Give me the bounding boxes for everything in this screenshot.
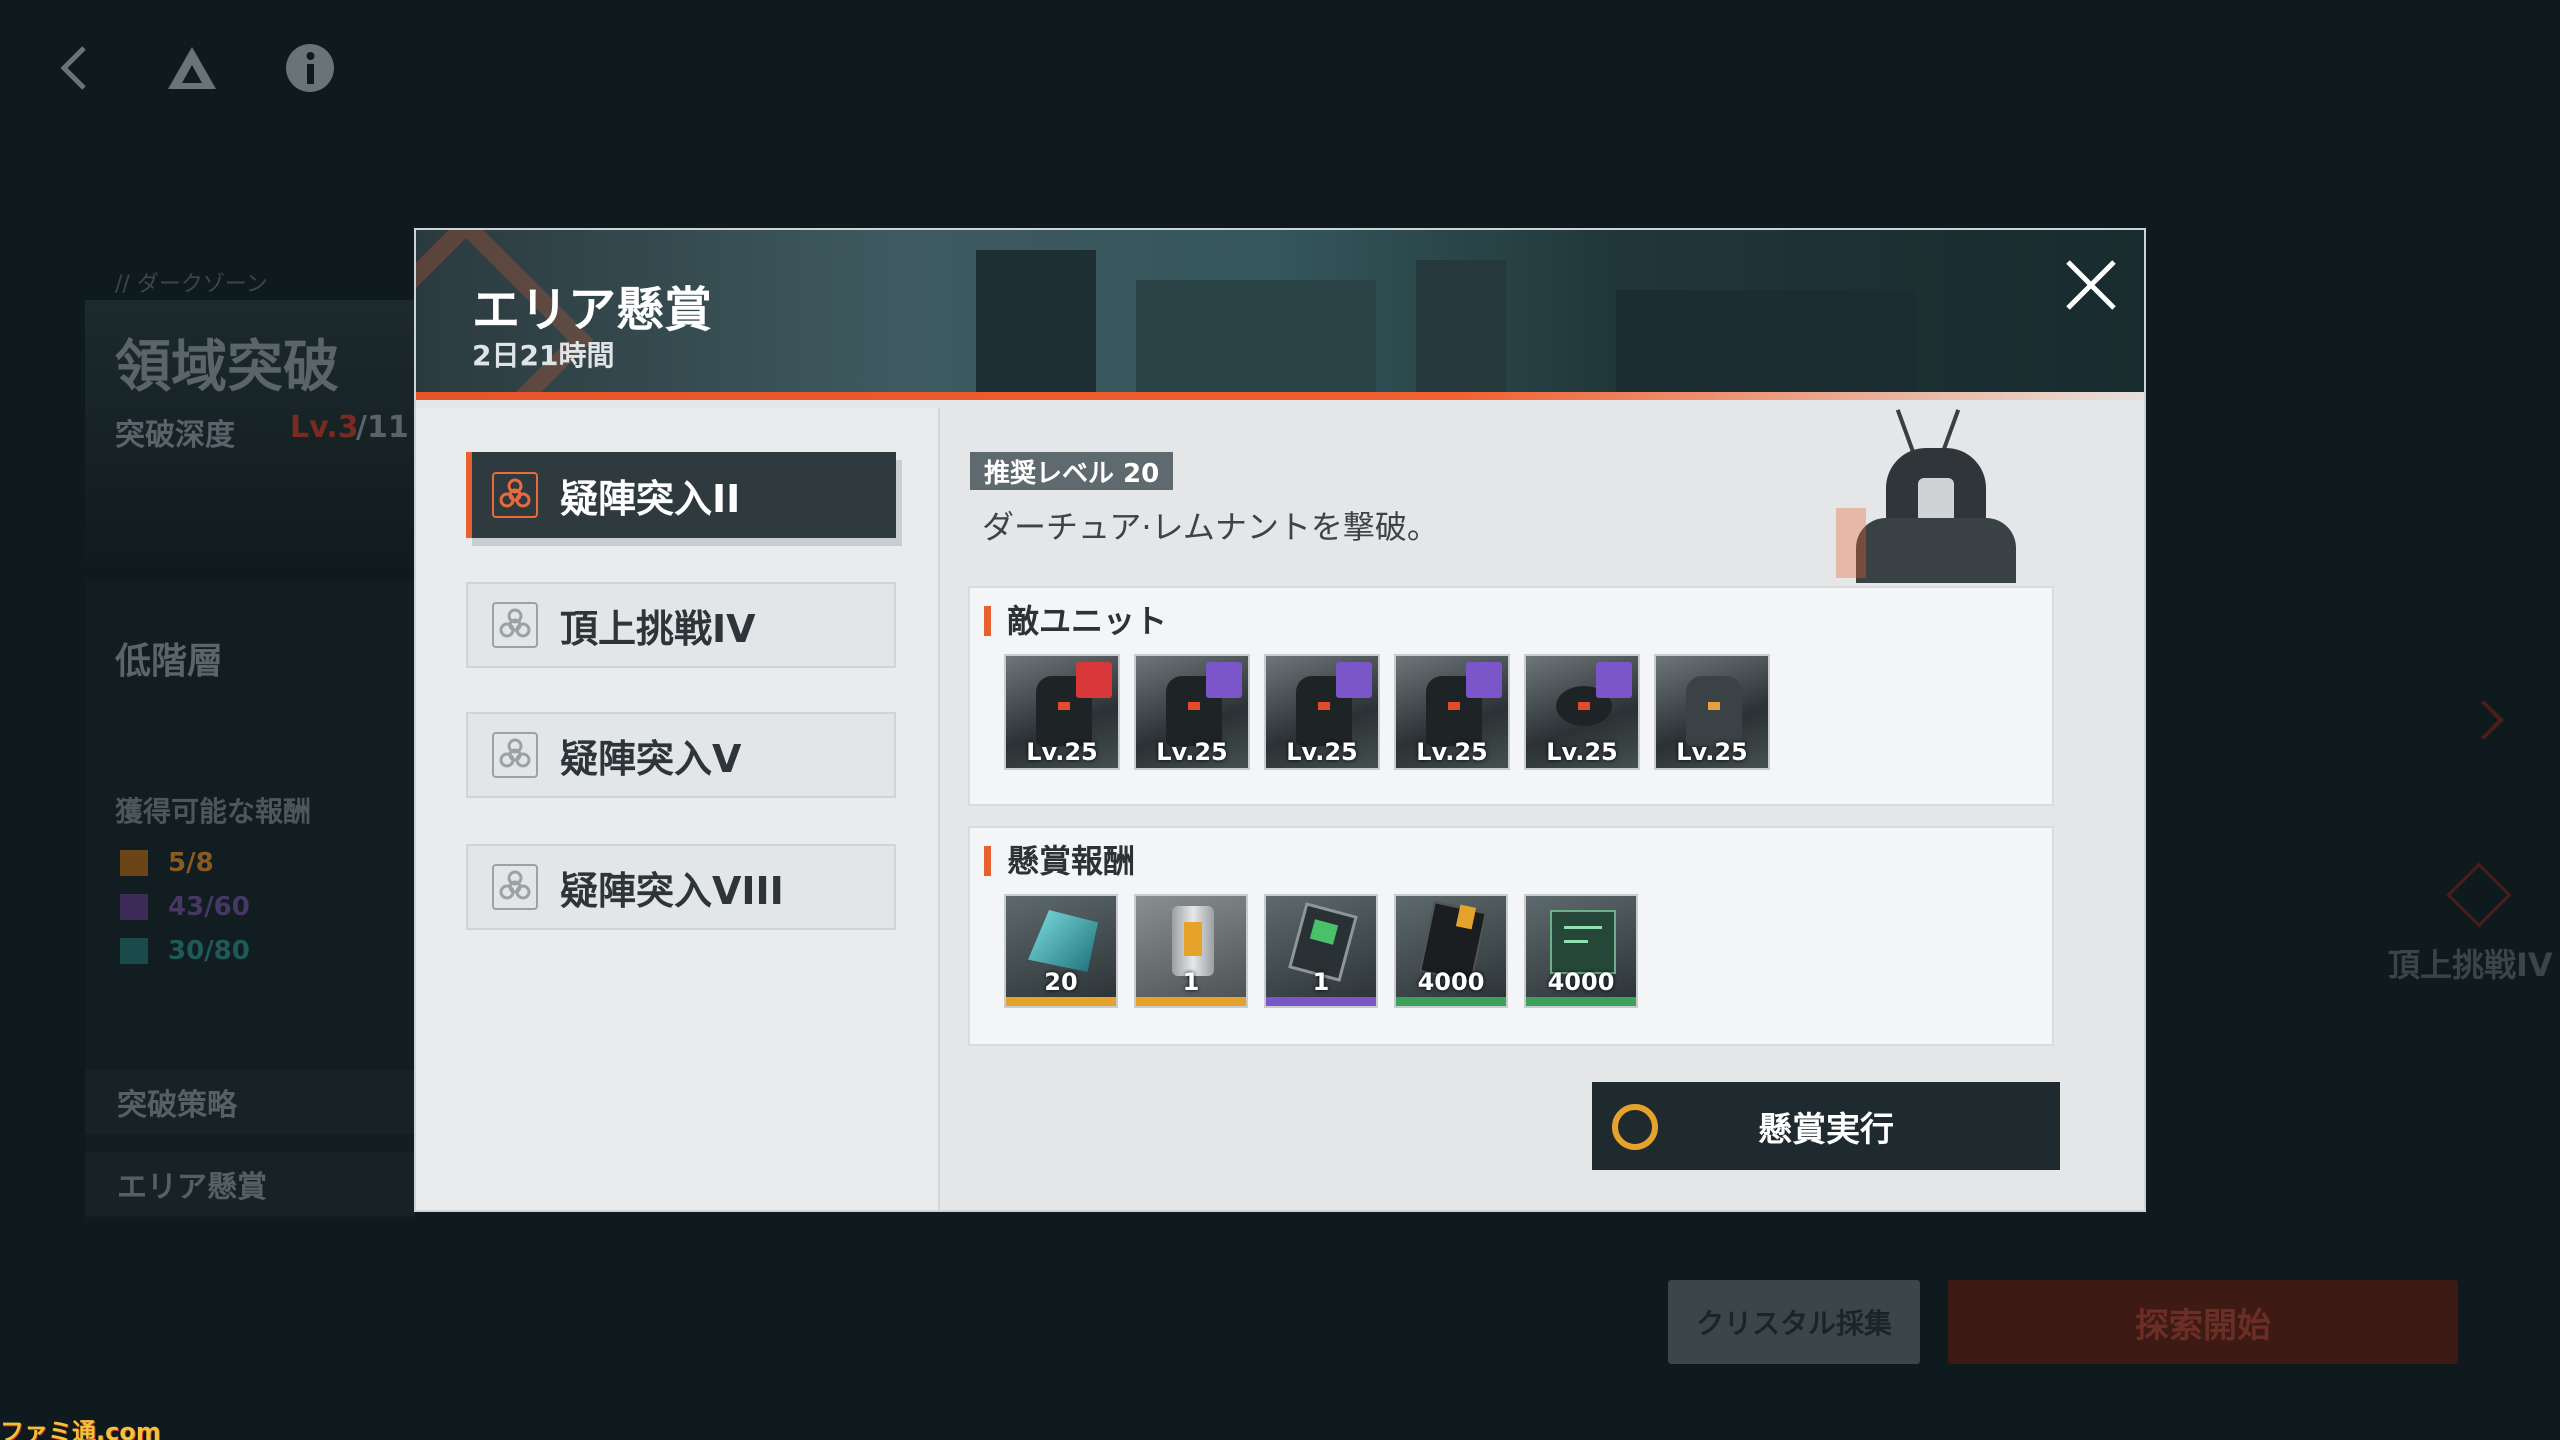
enemy-level: Lv.25 — [1286, 738, 1358, 766]
biohazard-icon — [492, 864, 538, 910]
enemy-level: Lv.25 — [1546, 738, 1618, 766]
enemy-unit-card[interactable]: Lv.25 — [1524, 654, 1640, 770]
enemy-type-badge-icon — [1076, 662, 1112, 698]
execute-bounty-button[interactable]: 懸賞実行 — [1592, 1082, 2060, 1170]
watermark-logo: ファミ通.com — [0, 1418, 161, 1440]
enemy-unit-card[interactable]: Lv.25 — [1264, 654, 1380, 770]
map-node-label: 頂上挑戦IV — [2388, 946, 2553, 984]
enemy-type-badge-icon — [1336, 662, 1372, 698]
zone-title: 領域突破 — [115, 335, 339, 400]
reward-qty: 1 — [1312, 968, 1330, 996]
reward-item-crystal[interactable]: 20 — [1004, 894, 1118, 1008]
enemy-units-panel: 敵ユニット Lv.25 Lv.25 Lv.25 Lv.25 Lv.25 Lv.2… — [968, 586, 2054, 806]
ring-icon — [1612, 1104, 1658, 1150]
crystal-collect-button[interactable]: クリスタル採集 — [1668, 1280, 1920, 1364]
enemy-level: Lv.25 — [1156, 738, 1228, 766]
enemy-unit-card[interactable]: Lv.25 — [1654, 654, 1770, 770]
rewards-label: 獲得可能な報酬 — [115, 795, 312, 828]
area-bounty-button[interactable]: エリア懸賞 — [85, 1152, 415, 1216]
header-stripe — [416, 392, 2144, 400]
tab-label: 疑陣突入VIII — [560, 868, 784, 913]
reward-item-battery[interactable]: 1 — [1134, 894, 1248, 1008]
depth-max: /11 — [356, 410, 409, 445]
close-icon[interactable] — [2056, 250, 2126, 320]
zone-label: // ダークゾーン — [115, 272, 268, 297]
modal-header: エリア懸賞 2日21時間 — [416, 230, 2144, 400]
reward-qty: 4000 — [1417, 968, 1485, 996]
enemy-level: Lv.25 — [1676, 738, 1748, 766]
enemy-unit-card[interactable]: Lv.25 — [1004, 654, 1120, 770]
depth-label: 突破深度 — [115, 418, 235, 453]
info-icon[interactable] — [280, 38, 340, 98]
floor-label: 低階層 — [115, 641, 224, 682]
depth-value: Lv.3 — [290, 410, 359, 445]
enemy-unit-card[interactable]: Lv.25 — [1134, 654, 1250, 770]
enemy-type-badge-icon — [1206, 662, 1242, 698]
explore-start-button[interactable]: 探索開始 — [1948, 1280, 2458, 1364]
tab-mission-3[interactable]: 疑陣突入V — [466, 712, 896, 798]
reward-count: 43/60 — [168, 892, 250, 922]
tab-mission-2[interactable]: 頂上挑戦IV — [466, 582, 896, 668]
enemy-level: Lv.25 — [1026, 738, 1098, 766]
chevron-right-icon[interactable] — [2464, 700, 2504, 740]
boss-portrait — [1836, 408, 2036, 583]
reward-count: 5/8 — [168, 848, 214, 878]
mission-tab-list: 疑陣突入II 頂上挑戦IV 疑陣突入V 疑陣突入VIII — [416, 408, 940, 1210]
biohazard-icon — [492, 472, 538, 518]
reward-item-data-card[interactable]: 4000 — [1524, 894, 1638, 1008]
tab-label: 頂上挑戦IV — [560, 606, 756, 651]
header-art — [976, 250, 1096, 400]
bounty-rewards-panel: 懸賞報酬 20 1 1 4000 4000 — [968, 826, 2054, 1046]
reward-qty: 4000 — [1547, 968, 1615, 996]
back-icon[interactable] — [44, 38, 104, 98]
reward-box-icon — [120, 938, 148, 964]
crystal-icon — [1028, 910, 1098, 972]
tab-mission-1[interactable]: 疑陣突入II — [466, 452, 896, 538]
recommended-level-badge: 推奨レベル 20 — [970, 452, 1174, 490]
execute-label: 懸賞実行 — [1758, 1109, 1894, 1150]
tab-mission-4[interactable]: 疑陣突入VIII — [466, 844, 896, 930]
enemy-level: Lv.25 — [1416, 738, 1488, 766]
reward-item-ammo-card[interactable]: 4000 — [1394, 894, 1508, 1008]
map-node-icon[interactable] — [2446, 862, 2512, 928]
time-remaining: 2日21時間 — [472, 339, 615, 372]
modal-title: エリア懸賞 — [472, 282, 713, 338]
biohazard-icon — [492, 602, 538, 648]
reward-qty: 20 — [1044, 968, 1078, 996]
strategy-button[interactable]: 突破策略 — [85, 1070, 415, 1134]
enemy-type-badge-icon — [1596, 662, 1632, 698]
enemy-type-badge-icon — [1466, 662, 1502, 698]
reward-section-title: 懸賞報酬 — [984, 845, 1135, 877]
area-bounty-modal: エリア懸賞 2日21時間 疑陣突入II 頂上挑戦IV 疑陣突入V 疑陣突入VII… — [416, 230, 2144, 1210]
triangle-logo-icon[interactable] — [162, 38, 222, 98]
header-art — [1136, 280, 1376, 400]
tab-label: 疑陣突入V — [560, 736, 742, 781]
mission-description: ダーチュア·レムナントを撃破。 — [982, 508, 1439, 546]
reward-box-icon — [120, 894, 148, 920]
reward-count: 30/80 — [168, 936, 250, 966]
tab-label: 疑陣突入II — [560, 476, 741, 521]
reward-item-chip[interactable]: 1 — [1264, 894, 1378, 1008]
enemy-unit-card[interactable]: Lv.25 — [1394, 654, 1510, 770]
header-art — [1616, 290, 1916, 400]
enemy-section-title: 敵ユニット — [984, 605, 1167, 637]
reward-box-icon — [120, 850, 148, 876]
biohazard-icon — [492, 732, 538, 778]
reward-qty: 1 — [1182, 968, 1200, 996]
header-art — [1416, 260, 1506, 400]
